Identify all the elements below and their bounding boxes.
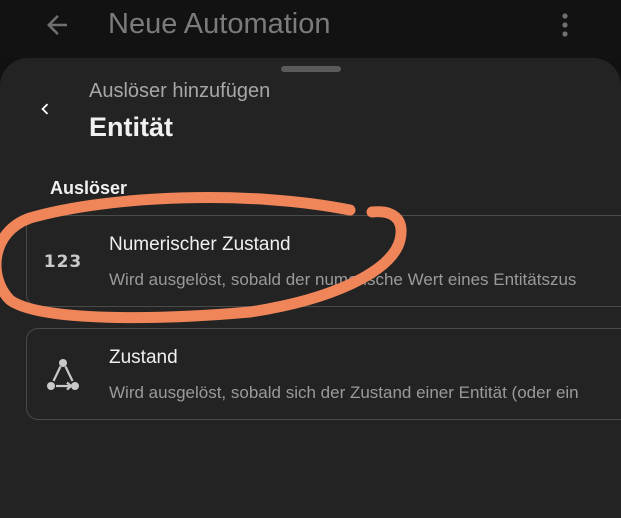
sheet-subtitle: Auslöser hinzufügen	[89, 80, 271, 102]
trigger-title: Numerischer Zustand	[109, 234, 291, 255]
section-label: Auslöser	[50, 178, 128, 198]
more-vertical-icon[interactable]	[551, 8, 579, 42]
trigger-title: Zustand	[109, 347, 178, 368]
sheet-title: Entität	[89, 112, 173, 142]
numeric-icon-label: 123	[43, 252, 83, 272]
page-title: Neue Automation	[108, 8, 331, 40]
arrow-left-icon[interactable]	[40, 8, 74, 42]
trigger-description: Wird ausgelöst, sobald der numerische We…	[109, 270, 577, 289]
chevron-left-icon[interactable]	[28, 92, 62, 126]
trigger-numeric-state[interactable]: 123 Numerischer Zustand Wird ausgelöst, …	[26, 215, 621, 307]
state-graph-icon	[41, 353, 85, 397]
trigger-description: Wird ausgelöst, sobald sich der Zustand …	[109, 383, 579, 402]
trigger-state[interactable]: Zustand Wird ausgelöst, sobald sich der …	[26, 328, 621, 420]
app-bar: Neue Automation	[0, 0, 621, 58]
numeric-123-icon: 123	[41, 240, 85, 284]
sheet-drag-handle[interactable]	[281, 66, 341, 72]
